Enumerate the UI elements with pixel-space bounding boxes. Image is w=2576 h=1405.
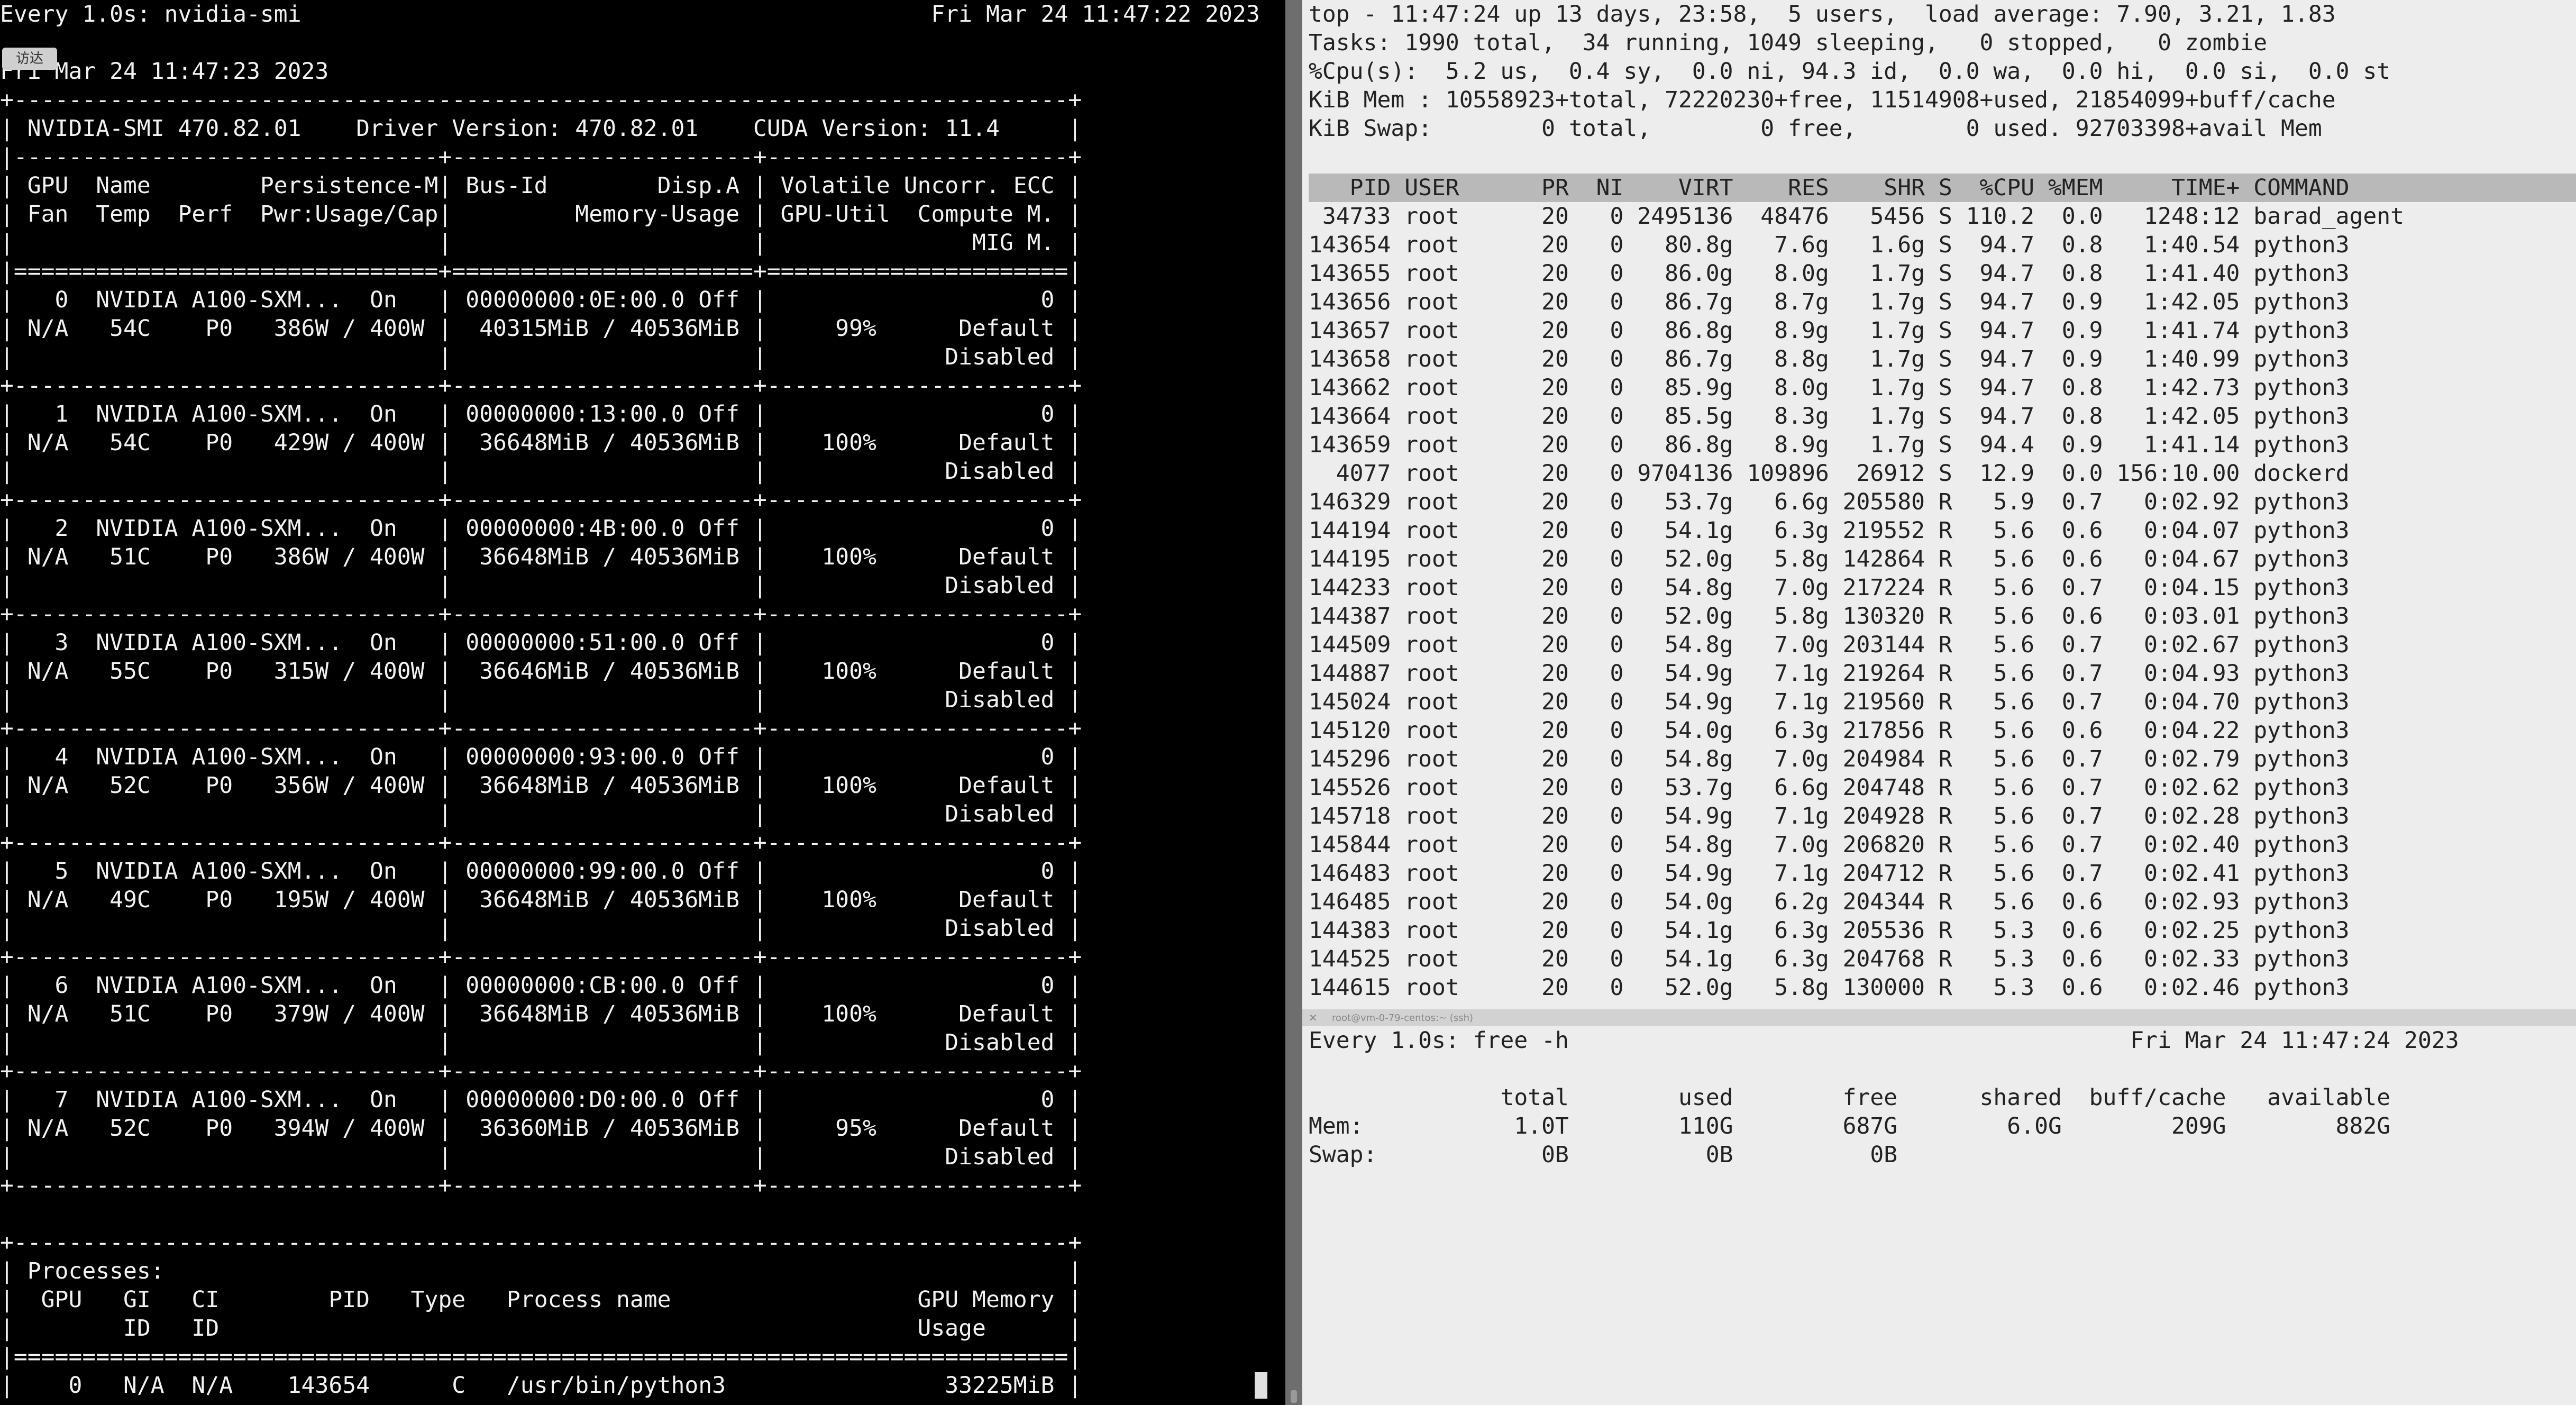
terminal-cursor — [1255, 1372, 1267, 1399]
process-table-rows: 34733 root 20 0 2495136 48476 5456 S 110… — [1309, 203, 2405, 1001]
top-summary: top - 11:47:24 up 13 days, 23:58, 5 user… — [1309, 1, 2391, 142]
free-output: Every 1.0s: free -h Fri Mar 24 11:47:24 … — [1309, 1027, 2459, 1168]
pane-divider[interactable] — [1285, 0, 1302, 1405]
close-icon[interactable]: ✕ — [1309, 1011, 1318, 1024]
process-columns: PID USER PR NI VIRT RES SHR S %CPU %MEM … — [1309, 175, 2350, 201]
process-table-header: PID USER PR NI VIRT RES SHR S %CPU %MEM … — [1309, 174, 2576, 202]
finder-label-badge: 访达 — [2, 48, 57, 70]
free-terminal[interactable]: Every 1.0s: free -h Fri Mar 24 11:47:24 … — [1302, 1026, 2576, 1405]
split-pane-title-bar[interactable]: ✕ root@vm-0-79-centos:~ (ssh) — [1302, 1009, 2576, 1026]
nvidia-smi-output: Every 1.0s: nvidia-smi Fri Mar 24 11:47:… — [0, 1, 1260, 1399]
top-terminal[interactable]: top - 11:47:24 up 13 days, 23:58, 5 user… — [1302, 0, 2576, 1009]
split-pane-title: root@vm-0-79-centos:~ (ssh) — [1332, 1012, 1474, 1024]
scrollbar-thumb[interactable] — [1291, 1390, 1297, 1403]
nvidia-smi-terminal[interactable]: Every 1.0s: nvidia-smi Fri Mar 24 11:47:… — [0, 0, 1285, 1405]
